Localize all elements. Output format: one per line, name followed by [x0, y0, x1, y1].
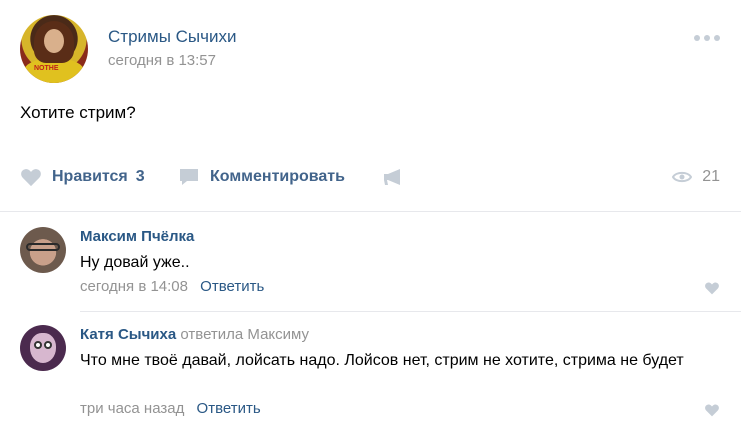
comment-item: Катя Сычиха ответила Максиму Что мне тво…	[20, 325, 720, 425]
author-avatar[interactable]: NOTHE	[20, 15, 88, 83]
divider	[0, 211, 741, 212]
post-author-name[interactable]: Стримы Сычихи	[108, 27, 237, 47]
reply-button[interactable]: Ответить	[197, 400, 261, 417]
eye-icon	[672, 171, 693, 183]
like-button[interactable]: Нравится 3	[20, 162, 145, 192]
comment-like-icon[interactable]	[704, 281, 720, 295]
reply-to-label[interactable]: ответила Максиму	[180, 326, 309, 343]
comment-like-icon[interactable]	[704, 403, 720, 417]
like-count: 3	[135, 168, 145, 185]
comment-icon	[180, 169, 198, 185]
comment-meta: три часа назад Ответить	[80, 400, 261, 417]
megaphone-icon	[384, 169, 400, 185]
comment-button[interactable]: Комментировать	[178, 162, 345, 192]
divider	[80, 311, 741, 312]
post-actions: Нравится 3 Комментировать 21	[20, 162, 720, 194]
comment-label: Комментировать	[210, 168, 345, 185]
comment-text: Ну довай уже..	[80, 254, 190, 271]
comment-meta: сегодня в 14:08 Ответить	[80, 278, 264, 295]
comment-time[interactable]: три часа назад	[80, 400, 184, 417]
like-label: Нравится	[52, 168, 128, 185]
commenter-name[interactable]: Максим Пчёлка	[80, 228, 194, 245]
views-counter: 21	[672, 162, 720, 192]
commenter-name-link[interactable]: Катя Сычиха	[80, 326, 176, 343]
heart-icon	[21, 169, 41, 187]
comment-text: Что мне твоё давай, лойсать надо. Лойсов…	[80, 352, 684, 369]
commenter-avatar[interactable]	[20, 227, 66, 273]
comment-item: Максим Пчёлка Ну довай уже.. сегодня в 1…	[20, 227, 720, 305]
commenter-avatar[interactable]	[20, 325, 66, 371]
share-button[interactable]	[382, 162, 414, 192]
reply-button[interactable]: Ответить	[200, 278, 264, 295]
post-header: NOTHE Стримы Сычихи сегодня в 13:57	[20, 15, 720, 83]
more-options-icon[interactable]	[694, 35, 720, 43]
post-text: Хотите стрим?	[20, 103, 136, 122]
comment-time[interactable]: сегодня в 14:08	[80, 278, 188, 295]
views-count: 21	[702, 168, 720, 185]
post-timestamp[interactable]: сегодня в 13:57	[108, 52, 216, 69]
commenter-name: Катя Сычиха ответила Максиму	[80, 326, 309, 343]
